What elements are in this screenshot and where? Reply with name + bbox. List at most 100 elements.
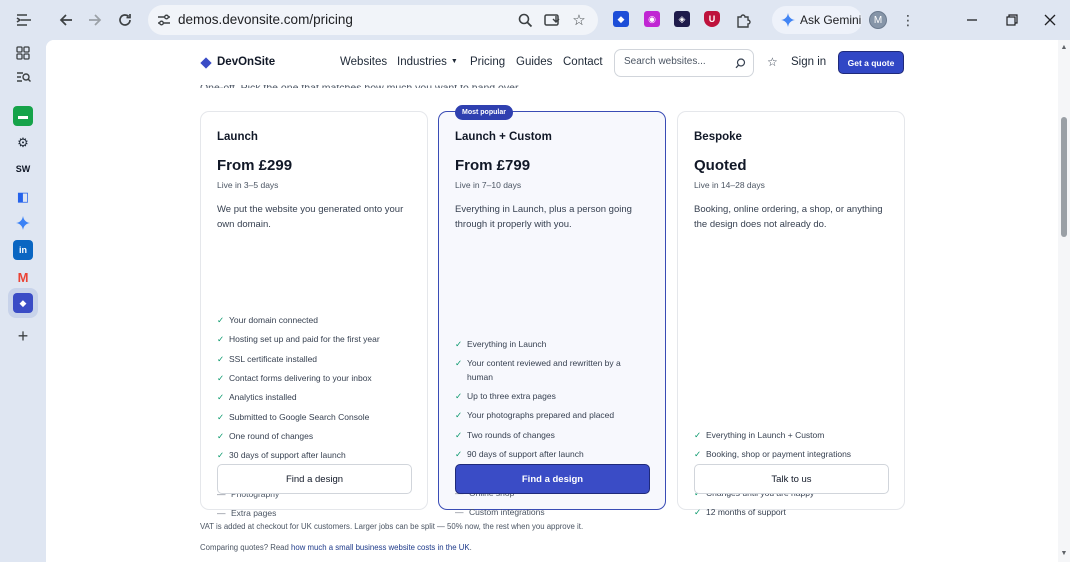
feature-included: ✓ Your photographs prepared and placed	[455, 409, 635, 423]
feature-text: Everything in Launch	[467, 339, 547, 349]
nav-guides[interactable]: Guides	[516, 56, 552, 68]
talk-to-us-button[interactable]: Talk to us	[694, 464, 889, 494]
site-logo[interactable]: DevOnSite	[217, 56, 275, 68]
sign-in-link[interactable]: Sign in	[791, 56, 826, 68]
check-icon: ✓	[694, 430, 702, 440]
extensions-puzzle-icon[interactable]	[731, 8, 755, 32]
close-icon[interactable]	[1040, 10, 1060, 30]
site-info-icon[interactable]	[156, 12, 172, 28]
ask-gemini-button[interactable]: Ask Gemini	[772, 6, 862, 34]
sw-shortcut-icon[interactable]: SW	[13, 159, 33, 179]
zoom-search-icon[interactable]	[516, 11, 534, 29]
extension-camera-icon[interactable]: ◉	[644, 11, 660, 27]
feature-included: ✓ Analytics installed	[217, 391, 422, 405]
openai-shortcut-icon[interactable]: ⚙	[13, 133, 33, 153]
check-icon: ✓	[217, 372, 225, 383]
feature-text: Up to three extra pages	[467, 391, 556, 402]
compare-link[interactable]: how much a small business website costs …	[291, 543, 470, 552]
plan-description: We put the website you generated onto yo…	[217, 204, 404, 230]
extension-u-icon[interactable]: U	[704, 11, 720, 27]
find-design-button[interactable]: Find a design	[455, 464, 650, 494]
plan-price: From £799	[455, 157, 531, 174]
reload-icon[interactable]	[113, 8, 137, 32]
nav-industries[interactable]: Industries ▼	[397, 56, 458, 68]
feature-text: Your photographs prepared and placed	[467, 410, 615, 421]
scroll-down-icon[interactable]: ▼	[1059, 549, 1069, 559]
check-icon: ✓	[217, 334, 225, 345]
side-panel-toggle-icon[interactable]	[12, 8, 36, 32]
plan-name: Launch + Custom	[455, 131, 552, 143]
check-icon: ✓	[455, 391, 463, 402]
check-icon: ✓	[217, 430, 225, 441]
feature-text: 30 days of support after launch	[229, 450, 346, 461]
minimize-icon[interactable]	[962, 10, 982, 30]
page-scrollbar[interactable]: ▲ ▼	[1058, 40, 1070, 562]
feature-text: Analytics installed	[229, 392, 297, 403]
reading-search-icon[interactable]	[13, 67, 33, 87]
browser-side-panel: ▬ ⚙ SW ◧ in M ◆ +	[0, 40, 46, 562]
dash-icon: —	[455, 506, 464, 517]
feature-text: Two rounds of changes	[467, 429, 555, 440]
profile-avatar[interactable]: M	[869, 11, 887, 29]
tab-groups-icon[interactable]	[13, 43, 33, 63]
plan-timeline: Live in 7–10 days	[455, 180, 522, 190]
check-icon: ✓	[694, 449, 702, 460]
find-design-button[interactable]: Find a design	[217, 464, 412, 494]
nav-pricing[interactable]: Pricing	[470, 56, 505, 68]
feature-included: ✓ Contact forms delivering to your inbox	[217, 372, 422, 386]
ask-gemini-label: Ask Gemini	[800, 13, 862, 27]
bookmark-star-icon[interactable]: ☆	[570, 11, 588, 29]
plan-description: Everything in Launch, plus a person goin…	[455, 204, 632, 230]
extension-shield-icon[interactable]: ◆	[613, 11, 629, 27]
sheets-shortcut-icon[interactable]: ▬	[13, 106, 33, 126]
linkedin-shortcut-icon[interactable]: in	[13, 240, 33, 260]
search-icon[interactable]	[735, 58, 746, 69]
logo-diamond-icon[interactable]	[200, 57, 212, 69]
restore-icon[interactable]	[1002, 10, 1022, 30]
extension-dark-icon[interactable]: ◈	[674, 11, 690, 27]
favourites-star-icon[interactable]: ☆	[767, 55, 778, 69]
forward-icon[interactable]	[83, 8, 107, 32]
feature-text: Extra pages	[231, 508, 277, 518]
site-search-input[interactable]	[624, 56, 732, 67]
feature-included: ✓ 30 days of support after launch	[217, 449, 422, 463]
plan-timeline: Live in 14–28 days	[694, 180, 765, 190]
cube-shortcut-icon[interactable]: ◧	[13, 187, 33, 207]
check-icon: ✓	[217, 392, 225, 403]
feature-text: Custom integrations	[469, 506, 545, 517]
gmail-shortcut-icon[interactable]: M	[13, 267, 33, 287]
scroll-up-icon[interactable]: ▲	[1059, 43, 1069, 53]
check-icon: ✓	[217, 411, 225, 422]
check-icon: ✓	[455, 410, 463, 421]
page-viewport: One-off. Pick the one that matches how m…	[46, 40, 1058, 562]
install-app-icon[interactable]	[543, 11, 561, 29]
feature-text: Booking, shop or payment integrations	[706, 449, 852, 460]
url-text[interactable]: demos.devonsite.com/pricing	[178, 12, 353, 27]
back-icon[interactable]	[54, 8, 78, 32]
check-icon: ✓	[217, 450, 225, 461]
browser-toolbar: demos.devonsite.com/pricing ☆ ◆ ◉ ◈ U As…	[0, 0, 1070, 40]
get-quote-button[interactable]: Get a quote	[838, 51, 904, 74]
nav-websites[interactable]: Websites	[340, 56, 387, 68]
gemini-icon	[781, 13, 795, 27]
plan-name: Launch	[217, 131, 258, 143]
feature-included: ✓ Everything in Launch	[455, 338, 635, 352]
menu-kebab-icon[interactable]: ⋮	[896, 8, 920, 32]
plan-timeline: Live in 3–5 days	[217, 180, 279, 190]
feature-included: ✓ Hosting set up and paid for the first y…	[217, 333, 422, 347]
check-icon: ✓	[455, 449, 463, 459]
site-search-box[interactable]	[614, 49, 754, 77]
plan-price: Quoted	[694, 157, 747, 174]
check-icon: ✓	[455, 429, 463, 440]
feature-text: Hosting set up and paid for the first ye…	[229, 334, 380, 345]
pricing-card-3: Bespoke Quoted Live in 14–28 days Booking, …	[677, 111, 905, 517]
devonsite-shortcut-icon[interactable]: ◆	[13, 293, 33, 313]
feature-included: ✓ SSL certificate installed	[217, 353, 422, 367]
add-shortcut-icon[interactable]: +	[13, 326, 33, 346]
address-bar[interactable]: demos.devonsite.com/pricing ☆	[148, 5, 598, 35]
plan-description: Booking, online ordering, a shop, or any…	[694, 204, 883, 230]
scroll-thumb[interactable]	[1061, 117, 1067, 237]
pricing-card-2: Most popular Launch + Custom From £799 Live…	[438, 105, 666, 517]
nav-contact[interactable]: Contact	[563, 56, 603, 68]
gemini-shortcut-icon[interactable]	[13, 213, 33, 233]
